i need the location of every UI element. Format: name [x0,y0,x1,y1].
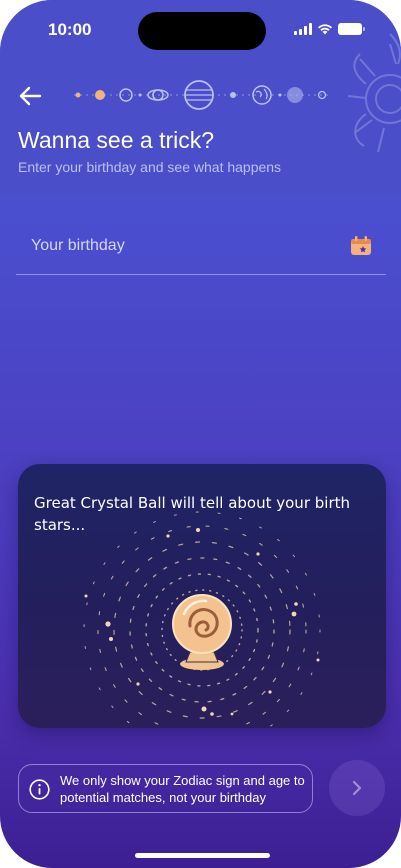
moon-planet-icon [119,88,133,102]
status-time: 10:00 [48,20,92,39]
birthday-input[interactable]: Your birthday [16,220,386,275]
page-title: Wanna see a trick? [18,127,215,153]
privacy-note: We only show your Zodiac sign and age to… [18,764,313,813]
birthday-placeholder: Your birthday [31,237,125,254]
back-arrow-icon[interactable] [18,84,44,108]
dynamic-island [138,12,266,50]
home-indicator[interactable] [135,853,270,858]
cellular-signal-icon [294,23,312,35]
calendar-icon[interactable] [350,236,372,256]
page-subtitle: Enter your birthday and see what happens [18,159,282,175]
mercury-planet-icon [287,87,303,103]
progress-indicator [74,80,328,110]
next-button[interactable] [329,760,385,816]
crystal-ball-card: Great Crystal Ball will tell about your … [18,464,386,728]
privacy-note-text: We only show your Zodiac sign and age to… [60,773,305,805]
info-icon [29,779,50,800]
chevron-right-icon [352,780,362,796]
phone-screen: 10:00 Wanna see a trick? Enter your birt… [0,0,401,868]
crystal-ball-message: Great Crystal Ball will tell about your … [34,494,350,534]
progress-current-step [95,90,105,100]
sun-decoration-icon [347,33,401,153]
progress-step-dot [75,92,81,98]
